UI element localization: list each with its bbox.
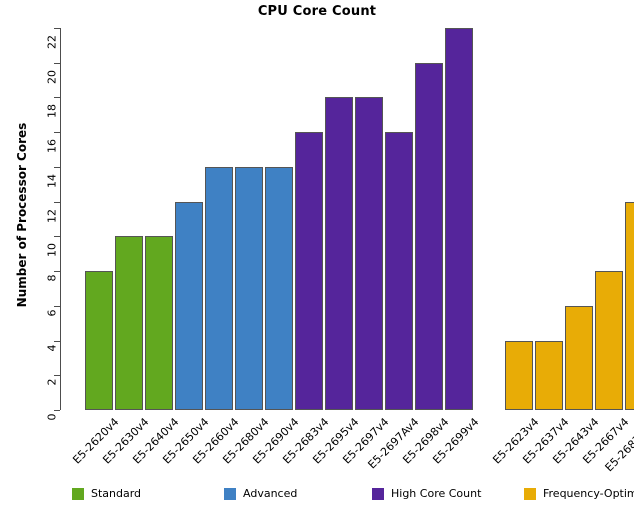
y-axis-tick-value: 16 xyxy=(45,139,59,154)
x-axis-tick-label: E5-2697v4 xyxy=(340,415,391,466)
x-axis-tick-label: E5-2695v4 xyxy=(310,415,361,466)
legend-label: Standard xyxy=(91,487,142,500)
bar-chart: CPU Core Count Number of Processor Cores… xyxy=(0,0,634,510)
y-axis-tick-value: 20 xyxy=(45,69,59,84)
x-axis-tick-label: E5-2637v4 xyxy=(520,415,571,466)
x-axis-tick-label: E5-2630v4 xyxy=(100,415,151,466)
bar[interactable] xyxy=(85,271,113,410)
y-axis-tick-label: 10 xyxy=(46,236,59,257)
y-axis-tick-label: 2 xyxy=(46,375,59,386)
y-axis-tick-value: 8 xyxy=(45,274,59,282)
y-axis-tick xyxy=(54,201,60,203)
y-axis-tick xyxy=(54,236,60,238)
y-axis-tick-value: 10 xyxy=(45,243,59,258)
x-axis-tick-label: E5-2698v4 xyxy=(400,415,451,466)
y-axis-tick xyxy=(54,410,60,411)
y-axis-tick xyxy=(54,375,60,377)
y-axis-spine xyxy=(60,28,61,410)
x-axis-tick-label: E5-2620v4 xyxy=(70,415,121,466)
bar[interactable] xyxy=(565,305,593,410)
legend-item[interactable]: Frequency-Optimized xyxy=(524,488,634,500)
y-axis-tick-label: 20 xyxy=(46,63,59,84)
y-axis-tick xyxy=(54,340,60,342)
bar[interactable] xyxy=(175,201,203,410)
chart-title: CPU Core Count xyxy=(257,4,377,19)
y-axis-tick xyxy=(54,97,60,99)
bar[interactable] xyxy=(145,236,173,410)
y-axis-tick-label: 14 xyxy=(46,167,59,188)
bar[interactable] xyxy=(595,271,623,410)
y-axis-tick-value: 12 xyxy=(45,208,59,223)
y-axis-label: Number of Processor Cores xyxy=(15,122,29,308)
legend-swatch-icon xyxy=(224,488,236,500)
bar[interactable] xyxy=(235,166,263,410)
legend-label: Frequency-Optimized xyxy=(543,487,634,500)
y-axis-tick-label: 12 xyxy=(46,202,59,223)
bar[interactable] xyxy=(625,201,634,410)
y-axis-tick-value: 6 xyxy=(45,309,59,317)
y-axis-tick xyxy=(54,166,60,168)
plot-area: 0 2 4 6 8 10 12 14 16 18 20 22 E5-2620v4 E5-2630v4 E5… xyxy=(46,22,634,474)
legend-swatch-icon xyxy=(72,488,84,500)
y-axis-tick-label: 6 xyxy=(46,306,59,316)
bar[interactable] xyxy=(295,132,323,410)
y-axis-tick-label: 18 xyxy=(46,97,59,118)
legend-swatch-icon xyxy=(372,488,384,500)
x-axis-tick-label: E5-2683v4 xyxy=(280,415,331,466)
y-axis-tick xyxy=(54,62,60,64)
y-axis-tick xyxy=(54,271,60,273)
legend-swatch-icon xyxy=(524,488,536,500)
bar[interactable] xyxy=(415,62,443,410)
x-axis-tick-label: E5-2680v4 xyxy=(220,415,271,466)
y-axis-tick-value: 2 xyxy=(45,378,59,386)
x-axis-tick-label: E5-2667v4 xyxy=(580,415,631,466)
bar[interactable] xyxy=(205,166,233,410)
y-axis-tick-label: 16 xyxy=(46,132,59,153)
y-axis-tick-label: 8 xyxy=(46,271,59,282)
x-axis-tick-label: E5-2690v4 xyxy=(250,415,301,466)
legend-item[interactable]: Advanced xyxy=(224,488,297,500)
y-axis-tick xyxy=(54,132,60,134)
y-axis-tick-label: 0 xyxy=(46,410,59,421)
y-axis-tick-value: 22 xyxy=(45,35,59,49)
legend-item[interactable]: Standard xyxy=(72,488,141,500)
y-axis-tick-value: 0 xyxy=(45,413,59,421)
y-axis-tick-label: 4 xyxy=(46,341,59,351)
legend-label: High Core Count xyxy=(391,487,482,500)
x-axis-tick-label: E5-2660v4 xyxy=(190,415,241,466)
bar[interactable] xyxy=(445,28,473,410)
y-axis-tick-label: 22 xyxy=(46,28,59,49)
bar[interactable] xyxy=(385,132,413,410)
legend-item[interactable]: High Core Count xyxy=(372,488,481,500)
x-axis-tick-label: E5-2640v4 xyxy=(130,415,181,466)
bar[interactable] xyxy=(355,97,383,410)
y-axis-tick-value: 14 xyxy=(45,173,59,188)
bar[interactable] xyxy=(535,340,563,410)
legend-label: Advanced xyxy=(243,487,298,500)
y-axis-tick xyxy=(54,28,60,29)
y-axis-tick-value: 18 xyxy=(45,104,59,119)
x-axis-tick-label: E5-2650v4 xyxy=(160,415,211,466)
chart-legend: Standard Advanced High Core Count Frequency… xyxy=(72,488,634,504)
y-axis-tick-value: 4 xyxy=(45,344,59,352)
bar[interactable] xyxy=(505,340,533,410)
y-axis-tick xyxy=(54,305,60,307)
bar[interactable] xyxy=(325,97,353,410)
x-axis-tick-label: E5-2699v4 xyxy=(430,415,481,466)
x-axis-tick-label: E5-2643v4 xyxy=(550,415,601,466)
bar[interactable] xyxy=(115,236,143,410)
bar[interactable] xyxy=(265,166,293,410)
x-axis-tick-label: E5-2623v4 xyxy=(490,415,541,466)
x-axis-tick-label: E5-2697Av4 xyxy=(365,415,421,471)
